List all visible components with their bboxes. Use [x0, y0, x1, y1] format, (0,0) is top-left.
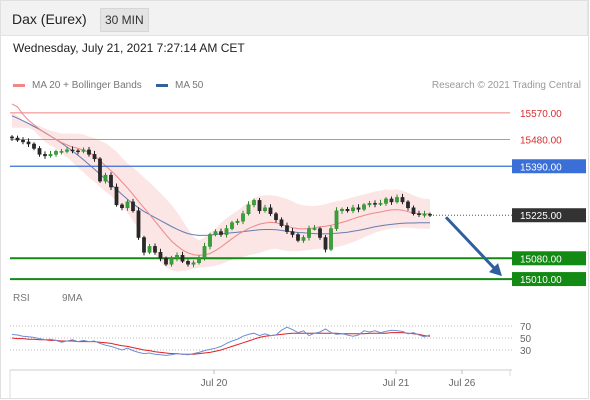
candle	[208, 234, 212, 247]
candle	[296, 234, 300, 241]
candle	[246, 204, 251, 214]
candle	[26, 141, 31, 145]
candle	[147, 246, 152, 253]
candle	[323, 237, 328, 250]
candle	[158, 252, 163, 259]
candle	[428, 214, 432, 216]
bollinger-band	[12, 112, 430, 272]
candle	[136, 210, 141, 238]
candle	[318, 228, 322, 238]
candle	[219, 231, 223, 235]
candle	[59, 151, 64, 153]
candle	[395, 197, 399, 203]
candle	[43, 154, 47, 157]
candle	[103, 174, 108, 182]
candle	[257, 200, 262, 212]
candle	[98, 158, 102, 182]
candle	[274, 213, 278, 220]
support-label: 15080.00	[520, 254, 562, 265]
candle	[109, 174, 113, 188]
candle	[142, 237, 146, 253]
candle	[81, 149, 86, 152]
candle	[340, 209, 344, 212]
candle	[114, 186, 119, 206]
candle	[48, 154, 53, 157]
candle	[241, 213, 245, 222]
candle	[422, 214, 427, 216]
candle	[230, 222, 234, 229]
x-tick-label: Jul 20	[201, 378, 228, 389]
rsi-tick-label: 70	[520, 322, 532, 333]
candle	[406, 201, 410, 209]
forecast-arrow	[444, 216, 498, 272]
candle	[307, 228, 311, 238]
candle	[186, 261, 190, 265]
candle	[301, 237, 306, 241]
candle	[70, 149, 75, 152]
candle	[224, 228, 229, 235]
candle	[87, 149, 91, 155]
candle	[334, 210, 339, 229]
x-tick-label: Jul 26	[449, 378, 476, 389]
candle	[15, 137, 20, 141]
candle	[235, 220, 240, 223]
candle	[345, 209, 350, 212]
candle	[153, 246, 157, 253]
candle	[367, 203, 372, 206]
candle	[356, 207, 361, 210]
candle	[125, 201, 130, 209]
candle	[351, 207, 355, 212]
candle	[417, 213, 421, 215]
candle	[329, 228, 333, 250]
candle	[175, 255, 179, 259]
candle	[37, 148, 42, 155]
candle	[32, 143, 36, 149]
candle	[378, 203, 383, 205]
candle	[268, 207, 273, 214]
candle	[164, 258, 168, 265]
candle	[76, 150, 80, 153]
candle	[197, 258, 201, 263]
price-chart: 15570.00 15480.00 15390.00 15225.00 15080.00…	[9, 103, 586, 398]
rsi-tick-label: 50	[520, 334, 532, 345]
candle	[65, 149, 69, 152]
candle	[263, 207, 267, 212]
rsi-tick-label: 30	[520, 346, 532, 357]
pivot-label: 15390.00	[520, 162, 562, 173]
candle	[384, 198, 388, 204]
candle	[279, 219, 284, 226]
candle	[92, 154, 97, 160]
candle	[290, 231, 295, 235]
candle	[213, 231, 218, 235]
candle	[10, 136, 14, 139]
support-label: 15010.00	[520, 275, 562, 286]
candle	[180, 255, 185, 262]
candle	[411, 207, 416, 214]
candle	[191, 262, 196, 265]
last-price-label: 15225.00	[520, 211, 562, 222]
x-tick-label: Jul 21	[383, 378, 410, 389]
candle	[312, 228, 317, 230]
candle	[202, 246, 207, 259]
candle	[21, 139, 25, 143]
candle	[54, 151, 58, 155]
candle	[169, 258, 174, 265]
rsi-9ma-line	[11, 332, 431, 355]
candle	[285, 225, 289, 232]
candle	[252, 200, 256, 206]
resistance-label: 15480.00	[520, 136, 562, 147]
candle	[400, 197, 405, 203]
candle	[373, 203, 377, 205]
candle	[389, 198, 394, 203]
candle	[362, 204, 366, 210]
candle	[120, 204, 124, 209]
resistance-label: 15570.00	[520, 109, 562, 120]
candle	[131, 201, 135, 212]
